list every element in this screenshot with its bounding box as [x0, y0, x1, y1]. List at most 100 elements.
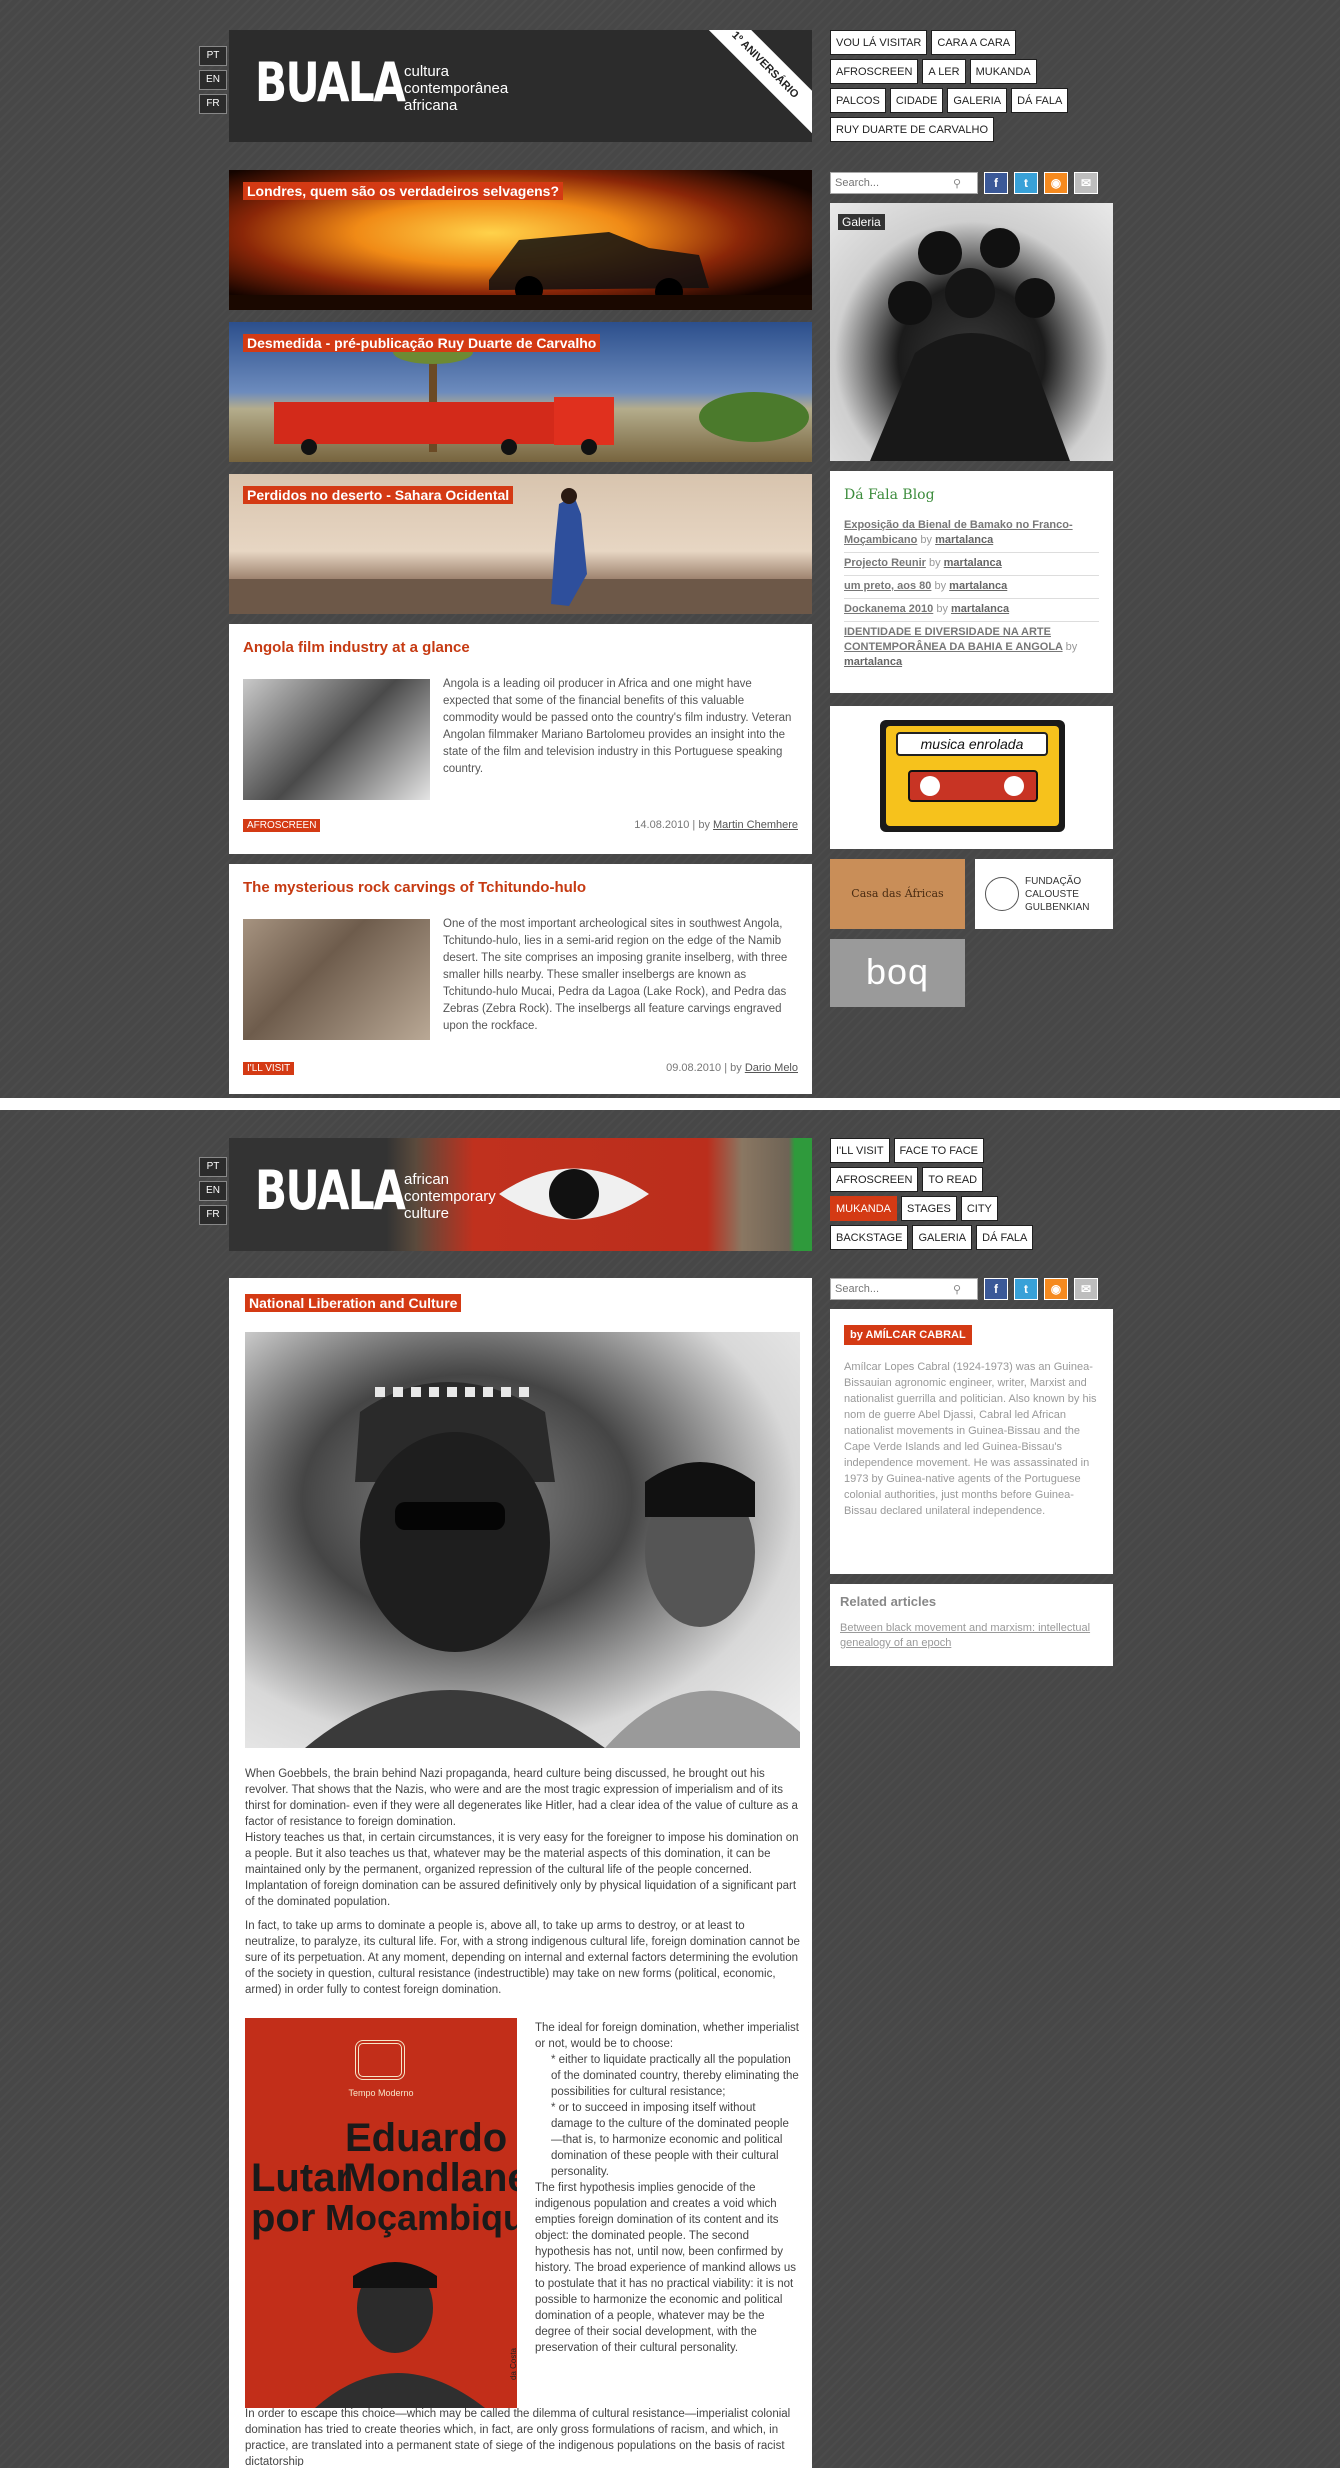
nav-to-read[interactable]: TO READ: [922, 1167, 984, 1192]
blog-author[interactable]: martalanca: [951, 603, 1009, 615]
category-badge[interactable]: I'LL VISIT: [243, 1062, 295, 1075]
blog-title[interactable]: Dá Fala Blog: [830, 471, 1113, 503]
article-thumbnail[interactable]: [243, 679, 430, 800]
anniversary-ribbon: 1º ANIVERSÁRIO: [694, 30, 812, 136]
feature-desmedida[interactable]: Desmedida - pré-publicação Ruy Duarte de…: [229, 322, 812, 462]
tagline-line: culture: [404, 1205, 450, 1222]
nav-ruy-duarte[interactable]: RUY DUARTE DE CARVALHO: [830, 117, 995, 142]
blog-item[interactable]: Exposição da Bienal de Bamako no Franco-…: [844, 515, 1099, 553]
blog-item[interactable]: Projecto Reunir by martalanca: [844, 553, 1099, 576]
article-body-right: The ideal for foreign domination, whethe…: [535, 2020, 800, 2356]
search-row: ⚲ f t ◉ ✉: [830, 1277, 1114, 1301]
blog-item[interactable]: um preto, aos 80 by martalanca: [844, 576, 1099, 599]
nav-galeria[interactable]: GALERIA: [912, 1225, 973, 1250]
related-article-link[interactable]: Between black movement and marxism: inte…: [840, 1621, 1103, 1651]
nav-cidade[interactable]: CIDADE: [889, 88, 944, 113]
nav-mukanda[interactable]: MUKANDA: [969, 59, 1037, 84]
search-row: ⚲ f t ◉ ✉: [830, 171, 1114, 195]
article-date: 09.08.2010 | by: [666, 1062, 742, 1074]
nav-vou-la-visitar[interactable]: VOU LÁ VISITAR: [830, 30, 928, 55]
search-box: ⚲: [830, 1278, 978, 1300]
blog-author[interactable]: martalanca: [949, 580, 1007, 592]
facebook-icon[interactable]: f: [984, 1278, 1008, 1300]
category-badge[interactable]: AFROSCREEN: [243, 819, 321, 832]
author-bio: Amílcar Lopes Cabral (1924-1973) was an …: [844, 1361, 1097, 1517]
blog-item-title[interactable]: Dockanema 2010: [844, 603, 933, 615]
nav-da-fala[interactable]: DÁ FALA: [976, 1225, 1034, 1250]
nav-face-to-face[interactable]: FACE TO FACE: [893, 1138, 984, 1163]
feature-title[interactable]: Londres, quem são os verdadeiros selvage…: [243, 182, 563, 200]
rss-icon[interactable]: ◉: [1044, 1278, 1068, 1300]
blog-author[interactable]: martalanca: [844, 656, 902, 668]
tagline-line: contemporary: [404, 1188, 496, 1205]
screenshot-divider: [0, 1098, 1340, 1110]
blog-item[interactable]: IDENTIDADE E DIVERSIDADE NA ARTE CONTEMP…: [844, 622, 1099, 674]
cassette-reel: [920, 776, 940, 796]
by-label: by: [928, 557, 941, 569]
author-link[interactable]: Dario Melo: [745, 1062, 798, 1074]
article-excerpt: One of the most important archeological …: [443, 918, 788, 1032]
nav-city[interactable]: CITY: [960, 1196, 998, 1221]
nav-galeria[interactable]: GALERIA: [947, 88, 1008, 113]
paragraph: * or to succeed in imposing itself witho…: [551, 2102, 789, 2178]
twitter-icon[interactable]: t: [1014, 1278, 1038, 1300]
site-logo[interactable]: BUALA: [255, 1164, 406, 1218]
article-title[interactable]: Angola film industry at a glance: [243, 639, 470, 656]
article-thumbnail[interactable]: [243, 919, 430, 1040]
lang-pt[interactable]: PT: [199, 1157, 227, 1177]
lang-en[interactable]: EN: [199, 70, 227, 90]
musica-enrolada-banner[interactable]: musica enrolada: [830, 706, 1113, 849]
mail-icon[interactable]: ✉: [1074, 172, 1098, 194]
lang-fr[interactable]: FR: [199, 94, 227, 114]
screenshot-portuguese: PT EN FR BUALA cultura contemporânea afr…: [0, 0, 1340, 1098]
gallery-widget[interactable]: Galeria: [830, 203, 1113, 461]
article-meta: 14.08.2010 | by Martin Chemhere: [634, 819, 798, 831]
feature-sahara[interactable]: Perdidos no deserto - Sahara Ocidental: [229, 474, 812, 614]
author-label[interactable]: by AMÍLCAR CABRAL: [844, 1325, 972, 1345]
feature-london[interactable]: Londres, quem são os verdadeiros selvage…: [229, 170, 812, 310]
lang-pt[interactable]: PT: [199, 46, 227, 66]
site-header: BUALA cultura contemporânea africana 1º …: [229, 30, 812, 142]
casa-das-africas-logo[interactable]: Casa das Áfricas: [830, 859, 965, 929]
nav-a-ler[interactable]: A LER: [922, 59, 966, 84]
nav-da-fala[interactable]: DÁ FALA: [1011, 88, 1069, 113]
nav-afroscreen[interactable]: AFROSCREEN: [830, 1167, 919, 1192]
article-title[interactable]: The mysterious rock carvings of Tchitund…: [243, 879, 586, 896]
nav-mukanda[interactable]: MUKANDA: [830, 1196, 898, 1221]
lang-en[interactable]: EN: [199, 1181, 227, 1201]
blog-item-title[interactable]: Projecto Reunir: [844, 557, 926, 569]
nav-palcos[interactable]: PALCOS: [830, 88, 886, 113]
tagline-line: cultura: [404, 63, 450, 80]
blog-item[interactable]: Dockanema 2010 by martalanca: [844, 599, 1099, 622]
facebook-icon[interactable]: f: [984, 172, 1008, 194]
blog-author[interactable]: martalanca: [944, 557, 1002, 569]
nav-stages[interactable]: STAGES: [901, 1196, 957, 1221]
site-logo[interactable]: BUALA: [255, 56, 406, 110]
twitter-icon[interactable]: t: [1014, 172, 1038, 194]
search-icon[interactable]: ⚲: [953, 1283, 961, 1296]
search-input[interactable]: [835, 1283, 953, 1295]
sidebar: ⚲ f t ◉ ✉ by AMÍLCAR CABRAL Amílcar Lope…: [830, 1277, 1114, 1666]
paragraph: History teaches us that, in certain circ…: [245, 1832, 799, 1908]
site-tagline: cultura contemporânea africana: [404, 63, 508, 114]
blog-item-title[interactable]: IDENTIDADE E DIVERSIDADE NA ARTE CONTEMP…: [844, 626, 1063, 653]
feature-title[interactable]: Desmedida - pré-publicação Ruy Duarte de…: [243, 334, 601, 352]
nav-ill-visit[interactable]: I'LL VISIT: [830, 1138, 890, 1163]
tagline-line: contemporânea: [404, 80, 509, 97]
gulbenkian-logo[interactable]: FUNDAÇÃO CALOUSTE GULBENKIAN: [975, 859, 1113, 929]
nav-cara-a-cara[interactable]: CARA A CARA: [931, 30, 1017, 55]
feature-title[interactable]: Perdidos no deserto - Sahara Ocidental: [243, 486, 514, 504]
rss-icon[interactable]: ◉: [1044, 172, 1068, 194]
blog-item-title[interactable]: um preto, aos 80: [844, 580, 931, 592]
search-input[interactable]: [835, 177, 953, 189]
gulbenkian-line: CALOUSTE: [1025, 888, 1079, 900]
mail-icon[interactable]: ✉: [1074, 1278, 1098, 1300]
search-icon[interactable]: ⚲: [953, 177, 961, 190]
lang-fr[interactable]: FR: [199, 1205, 227, 1225]
nav-backstage[interactable]: BACKSTAGE: [830, 1225, 909, 1250]
boq-logo[interactable]: boq: [830, 939, 965, 1007]
cassette-reel: [1004, 776, 1024, 796]
nav-afroscreen[interactable]: AFROSCREEN: [830, 59, 919, 84]
author-link[interactable]: Martin Chemhere: [713, 819, 798, 831]
blog-author[interactable]: martalanca: [935, 534, 993, 546]
